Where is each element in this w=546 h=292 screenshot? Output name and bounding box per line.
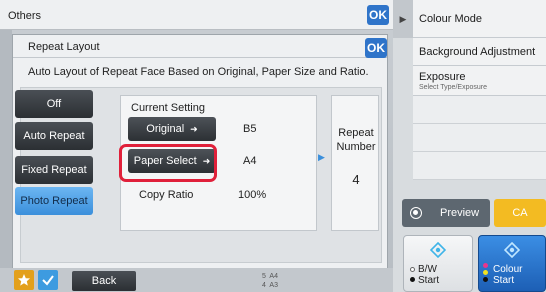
mode-label: Off (46, 98, 62, 110)
repeat-number-panel: Repeat Number 4 (331, 95, 379, 231)
back-label: Back (91, 275, 117, 287)
bw-start-button[interactable]: B/W Start (403, 235, 473, 292)
repeat-number-value: 4 (352, 172, 360, 187)
mode-label: Auto Repeat (23, 130, 85, 142)
play-arrow-icon: ▶ (318, 152, 325, 162)
favorite-star-icon[interactable] (14, 270, 34, 290)
ok-label: OK (367, 41, 385, 55)
highlight-ring (119, 144, 217, 182)
back-button[interactable]: Back (72, 271, 136, 291)
menu-item-exposure[interactable]: Exposure Select Type/Exposure (413, 66, 546, 96)
repeat-number-label: Repeat Number (336, 127, 376, 153)
menu-item-label: Exposure (419, 70, 466, 83)
copy-ratio-label: Copy Ratio (139, 189, 194, 201)
tray-status-top: 5 A4 (262, 273, 278, 280)
tray-status: 5 A4 4 A3 (262, 272, 278, 290)
checkmark-icon[interactable] (38, 270, 58, 290)
menu-item-empty (413, 124, 546, 152)
others-ok-button[interactable]: OK (367, 5, 389, 25)
mode-label: Photo Repeat (20, 195, 88, 207)
bw-start-label: B/W Start (418, 264, 440, 286)
others-header (0, 0, 393, 30)
menu-item-empty (413, 96, 546, 124)
start-icon (504, 242, 520, 258)
colour-start-button[interactable]: Colour Start (478, 235, 546, 292)
original-button[interactable]: Original ➜ (128, 117, 216, 141)
menu-item-label: Colour Mode (419, 12, 482, 25)
bottom-bar (0, 268, 393, 292)
copy-ratio-value: 100% (238, 189, 267, 201)
colour-start-label: Colour Start (493, 264, 523, 286)
menu-item-label: Background Adjustment (419, 45, 536, 58)
mode-auto-repeat-button[interactable]: Auto Repeat (15, 122, 93, 150)
bw-indicator-dot (410, 267, 415, 272)
dialog-ok-button[interactable]: OK (365, 38, 387, 58)
ca-label: CA (512, 207, 528, 219)
menu-item-colour-mode[interactable]: Colour Mode (413, 0, 546, 38)
magenta-dot (483, 263, 488, 268)
black-dot (483, 277, 488, 282)
tray-status-bottom: 4 A3 (262, 282, 278, 289)
mode-photo-repeat-button[interactable]: Photo Repeat (15, 187, 93, 215)
clear-all-button[interactable]: CA (494, 199, 546, 227)
current-setting-label: Current Setting (131, 102, 205, 114)
arrow-right-icon: ➜ (190, 123, 198, 134)
original-value: B5 (243, 123, 257, 135)
start-icon (430, 242, 446, 258)
menu-item-empty (413, 152, 546, 180)
mode-off-button[interactable]: Off (15, 90, 93, 118)
mode-label: Fixed Repeat (21, 164, 87, 176)
dialog-title: Repeat Layout (28, 41, 100, 53)
left-strip (0, 30, 12, 292)
ok-label: OK (369, 8, 387, 22)
menu-item-sublabel: Select Type/Exposure (419, 83, 487, 91)
mode-fixed-repeat-button[interactable]: Fixed Repeat (15, 156, 93, 184)
yellow-dot (483, 270, 488, 275)
page-title: Others (8, 10, 42, 22)
preview-icon (410, 207, 422, 219)
divider (13, 57, 387, 58)
panel-expand-icon[interactable]: ▶ (393, 0, 413, 38)
bw-indicator-dot (410, 277, 415, 282)
menu-item-background-adjustment[interactable]: Background Adjustment (413, 38, 546, 66)
preview-label: Preview (440, 207, 480, 219)
original-label: Original (146, 123, 185, 135)
dialog-description: Auto Layout of Repeat Face Based on Orig… (28, 66, 369, 78)
paper-value: A4 (243, 155, 257, 167)
screen: ▶ Colour Mode Background Adjustment Expo… (0, 0, 546, 292)
preview-button[interactable]: Preview (402, 199, 490, 227)
